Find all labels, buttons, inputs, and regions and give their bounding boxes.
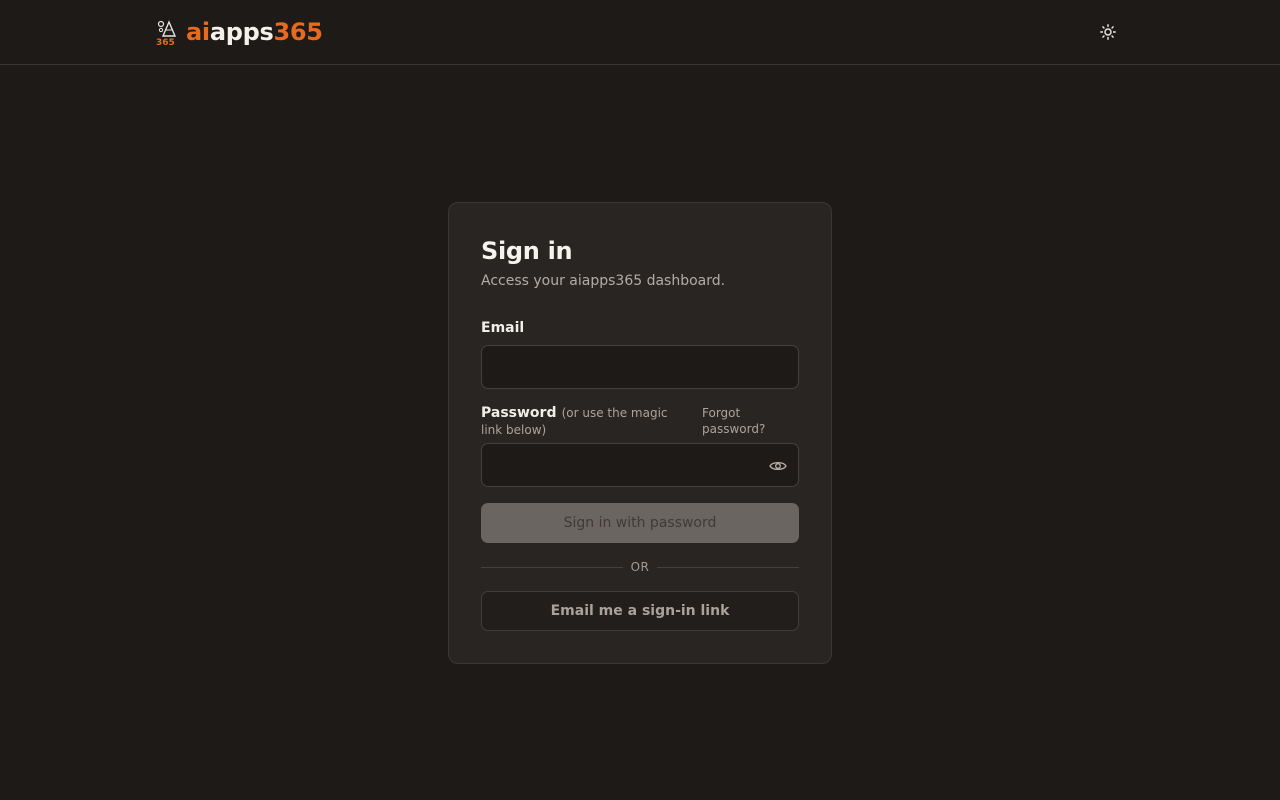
divider-line-left <box>481 566 623 568</box>
brand-number: 365 <box>273 18 323 46</box>
password-label-group: Password (or use the magic link below) <box>481 404 686 438</box>
divider-text: OR <box>630 560 650 574</box>
theme-toggle-button[interactable] <box>1096 20 1120 44</box>
email-label: Email <box>481 320 525 336</box>
page-subtitle: Access your aiapps365 dashboard. <box>481 273 726 289</box>
page-title: Sign in <box>481 237 573 265</box>
email-magic-link-button[interactable]: Email me a sign-in link <box>481 591 799 631</box>
top-bar: 365 aiapps365 <box>0 0 1280 65</box>
sign-in-with-password-button[interactable]: Sign in with password <box>481 503 799 543</box>
or-divider: OR <box>481 559 800 575</box>
brand-ai: ai <box>186 18 210 46</box>
password-label: Password <box>481 405 557 421</box>
sun-icon <box>1100 24 1116 40</box>
brand-logo[interactable]: 365 aiapps365 <box>155 17 323 48</box>
brand-name: aiapps365 <box>186 17 323 47</box>
password-field[interactable] <box>481 443 799 487</box>
brand-apps: apps <box>209 18 274 46</box>
signin-card: Sign in Access your aiapps365 dashboard.… <box>448 202 832 664</box>
email-field[interactable] <box>481 345 799 389</box>
forgot-password-link[interactable]: Forgot password? <box>702 405 782 437</box>
svg-text:365: 365 <box>156 38 175 46</box>
divider-line-right <box>657 566 800 568</box>
eye-icon[interactable] <box>769 458 787 472</box>
logo-icon: 365 <box>155 18 180 48</box>
